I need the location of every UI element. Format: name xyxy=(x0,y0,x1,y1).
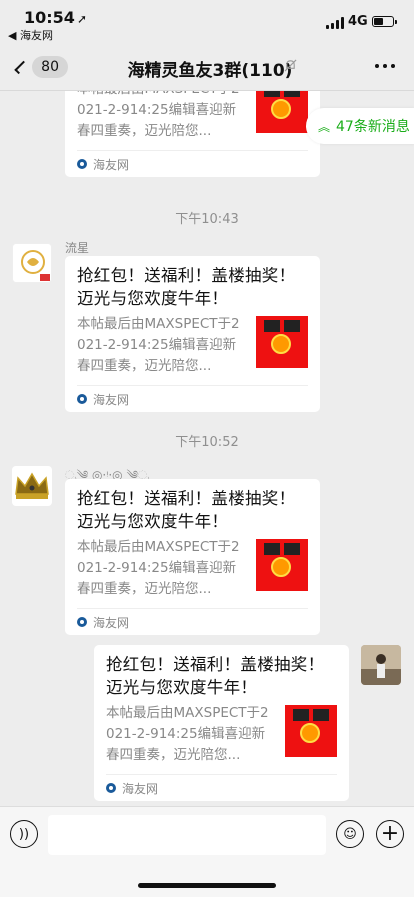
new-messages-button[interactable]: ︽ 47条新消息 xyxy=(306,108,414,144)
card-thumbnail xyxy=(256,316,308,368)
crown-icon xyxy=(15,472,49,499)
source-logo-icon xyxy=(77,394,87,404)
voice-icon[interactable]: )) xyxy=(10,820,38,848)
card-description: 本帖最后由MAXSPECT于2021-2-914:25编辑喜迎新春四重奏，迈光陪… xyxy=(77,539,240,597)
card-source: 海友网 xyxy=(77,608,308,635)
plus-icon[interactable]: + xyxy=(376,820,404,848)
double-chevron-up-icon: ︽ xyxy=(318,119,331,134)
signal-icon xyxy=(326,17,344,29)
card-thumbnail xyxy=(256,91,308,133)
avatar[interactable] xyxy=(12,243,52,283)
input-bar: )) ☺ + xyxy=(0,806,414,897)
link-card[interactable]: 抢红包！送福利！盖楼抽奖！迈光与您欢度牛年！ 本帖最后由MAXSPECT于202… xyxy=(65,479,320,635)
link-card[interactable]: 抢红包！送福利！盖楼抽奖！迈光与您欢度牛年！ 本帖最后由MAXSPECT于202… xyxy=(65,256,320,412)
card-title: 抢红包！送福利！盖楼抽奖！迈光与您欢度牛年！ xyxy=(77,266,296,308)
network-type: 4G xyxy=(348,14,368,29)
card-source: 海友网 xyxy=(106,774,337,801)
link-card[interactable]: 本帖最后由MAXSPECT于2021-2-914:25编辑喜迎新春四重奏，迈光陪… xyxy=(65,91,320,177)
card-description: 本帖最后由MAXSPECT于2021-2-914:25编辑喜迎新春四重奏，迈光陪… xyxy=(77,91,240,139)
message-input[interactable] xyxy=(48,815,326,855)
source-logo-icon xyxy=(77,159,87,169)
status-bar: 10:54 ➚ ◀ 海友网 4G xyxy=(0,0,414,44)
card-source: 海友网 xyxy=(77,385,308,412)
chevron-left-icon xyxy=(14,60,28,74)
home-indicator xyxy=(138,883,276,888)
avatar-logo-icon xyxy=(21,250,50,281)
sender-name: 流星 xyxy=(65,241,90,255)
chat-title: 海精灵鱼友3群(110) xyxy=(127,61,293,81)
battery-icon xyxy=(372,16,397,27)
bell-slash-icon xyxy=(284,59,297,72)
status-time: 10:54 ➚ xyxy=(24,8,87,27)
emoji-icon[interactable]: ☺ xyxy=(336,820,364,848)
card-title: 抢红包！送福利！盖楼抽奖！迈光与您欢度牛年！ xyxy=(77,489,296,531)
link-card[interactable]: 抢红包！送福利！盖楼抽奖！迈光与您欢度牛年！ 本帖最后由MAXSPECT于202… xyxy=(94,645,349,801)
source-logo-icon xyxy=(106,783,116,793)
source-logo-icon xyxy=(77,617,87,627)
card-thumbnail xyxy=(256,539,308,591)
avatar-photo-icon xyxy=(361,645,401,685)
timestamp: 下午10:43 xyxy=(175,212,239,227)
location-icon: ➚ xyxy=(76,12,87,26)
avatar[interactable] xyxy=(12,466,52,506)
card-source: 海友网 xyxy=(77,150,308,177)
message-list[interactable]: 本帖最后由MAXSPECT于2021-2-914:25编辑喜迎新春四重奏，迈光陪… xyxy=(0,91,414,806)
card-description: 本帖最后由MAXSPECT于2021-2-914:25编辑喜迎新春四重奏，迈光陪… xyxy=(77,316,240,374)
own-avatar[interactable] xyxy=(361,645,401,685)
timestamp: 下午10:52 xyxy=(175,435,239,450)
more-options-icon[interactable] xyxy=(375,64,395,68)
card-thumbnail xyxy=(285,705,337,757)
back-to-app-link[interactable]: ◀ 海友网 xyxy=(8,27,53,43)
chat-header: 80 海精灵鱼友3群(110) xyxy=(0,44,414,91)
back-button[interactable]: 80 xyxy=(12,54,68,80)
unread-count-badge: 80 xyxy=(32,56,68,78)
card-description: 本帖最后由MAXSPECT于2021-2-914:25编辑喜迎新春四重奏，迈光陪… xyxy=(106,705,269,763)
new-messages-label: 47条新消息 xyxy=(336,119,410,135)
card-title: 抢红包！送福利！盖楼抽奖！迈光与您欢度牛年！ xyxy=(106,655,325,697)
